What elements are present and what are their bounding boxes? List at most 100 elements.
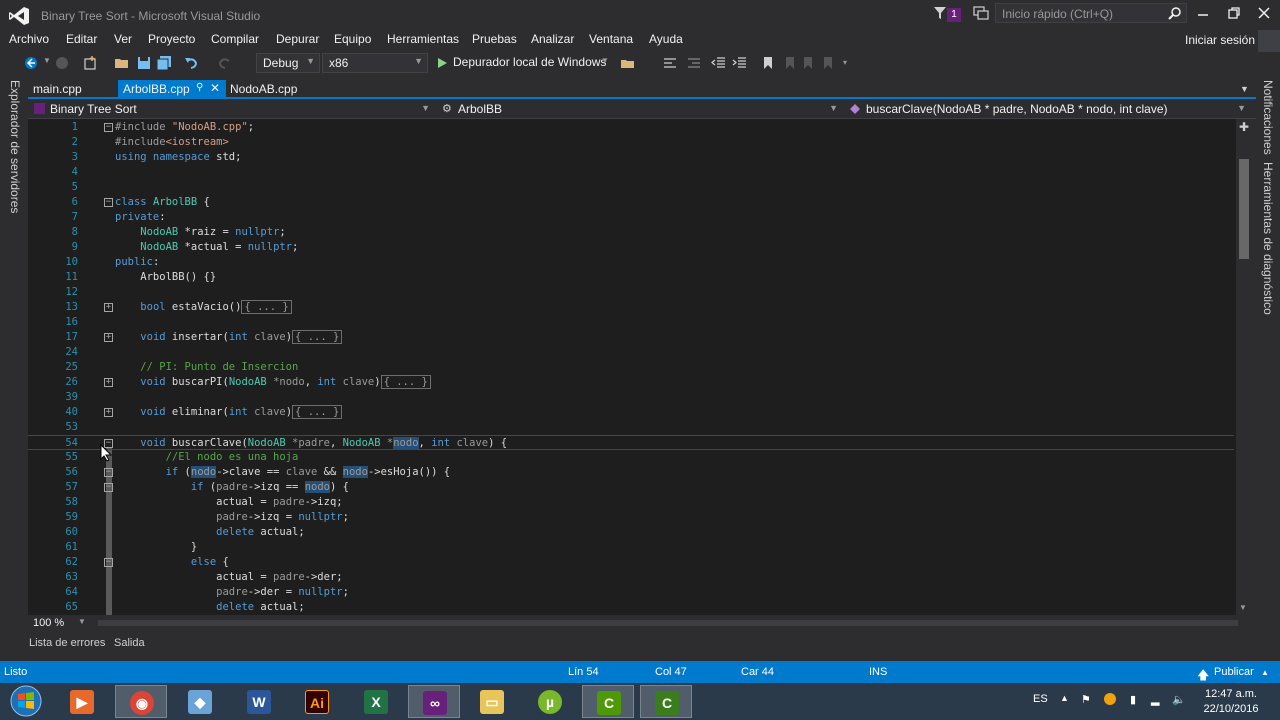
- solution-configuration-select[interactable]: Debug ▼: [256, 53, 320, 73]
- notifications-tab[interactable]: Notificaciones: [1261, 80, 1275, 155]
- notification-count-badge[interactable]: 1: [947, 8, 961, 22]
- quick-launch-search[interactable]: Inicio rápido (Ctrl+Q): [995, 3, 1187, 23]
- taskbar-camtasia-studio[interactable]: C: [640, 685, 692, 718]
- input-language[interactable]: ES: [1033, 693, 1048, 705]
- browse-icon[interactable]: [620, 55, 636, 71]
- increase-indent-icon[interactable]: [732, 55, 748, 71]
- collapse-icon[interactable]: −: [104, 123, 113, 132]
- expand-icon[interactable]: +: [104, 378, 113, 387]
- sign-in-link[interactable]: Iniciar sesión: [1185, 33, 1255, 47]
- search-icon[interactable]: [1168, 6, 1182, 20]
- tab-output[interactable]: Salida: [114, 637, 145, 649]
- navigate-forward-icon[interactable]: [54, 55, 70, 71]
- account-avatar[interactable]: [1258, 30, 1280, 52]
- back-dropdown-icon[interactable]: ▼: [43, 56, 51, 65]
- bookmark-icon[interactable]: [760, 55, 776, 71]
- code-editor[interactable]: 1− #include "NodoAB.cpp"; 2 #include<iostr…: [28, 119, 1252, 615]
- chevron-down-icon[interactable]: ▼: [78, 617, 86, 626]
- menu-pruebas[interactable]: Pruebas: [472, 32, 517, 46]
- member-dropdown[interactable]: buscarClave(NodoAB * padre, NodoAB * nod…: [848, 101, 1252, 118]
- taskbar-word[interactable]: W: [233, 685, 285, 718]
- menu-ver[interactable]: Ver: [114, 32, 132, 46]
- redo-icon[interactable]: [217, 55, 233, 71]
- editor-horizontal-scrollbar[interactable]: [98, 620, 1238, 626]
- menu-proyecto[interactable]: Proyecto: [148, 32, 195, 46]
- menu-archivo[interactable]: Archivo: [9, 32, 49, 46]
- menu-ventana[interactable]: Ventana: [589, 32, 633, 46]
- menu-herramientas[interactable]: Herramientas: [387, 32, 459, 46]
- battery-icon[interactable]: ▮: [1130, 693, 1142, 706]
- tab-arbolbb-cpp[interactable]: ArbolBB.cpp ⚲ ✕: [118, 80, 226, 99]
- start-debugging-button[interactable]: Depurador local de Windows: [453, 55, 606, 69]
- scroll-down-icon[interactable]: ▼: [1239, 603, 1247, 612]
- expand-icon[interactable]: +: [104, 333, 113, 342]
- taskbar-excel[interactable]: X: [350, 685, 402, 718]
- clock-date[interactable]: 22/10/2016: [1196, 703, 1266, 715]
- menu-compilar[interactable]: Compilar: [211, 32, 259, 46]
- feedback-icon[interactable]: [973, 6, 989, 20]
- scope-dropdown[interactable]: ⚙ ArbolBB ▼: [440, 101, 844, 118]
- collapse-icon[interactable]: −: [104, 468, 113, 477]
- expand-icon[interactable]: +: [104, 303, 113, 312]
- diagnostic-tools-tab[interactable]: Herramientas de diagnóstico: [1261, 162, 1275, 315]
- undo-icon[interactable]: [183, 55, 199, 71]
- taskbar-utorrent[interactable]: µ: [524, 685, 576, 718]
- clock-time[interactable]: 12:47 a.m.: [1196, 688, 1266, 700]
- save-all-icon[interactable]: [156, 55, 172, 71]
- menu-ayuda[interactable]: Ayuda: [649, 32, 683, 46]
- project-dropdown[interactable]: Binary Tree Sort ▼: [32, 101, 436, 118]
- decrease-indent-icon[interactable]: [711, 55, 727, 71]
- taskbar-illustrator[interactable]: Ai: [291, 685, 343, 718]
- new-project-icon[interactable]: [82, 55, 98, 71]
- tab-nodoab-cpp[interactable]: NodoAB.cpp: [225, 80, 302, 99]
- server-explorer-tab[interactable]: Explorador de servidores: [8, 80, 22, 213]
- menu-depurar[interactable]: Depurar: [276, 32, 319, 46]
- start-debugging-icon[interactable]: [434, 55, 450, 71]
- editor-vertical-scrollbar[interactable]: ✚ ▼: [1236, 119, 1252, 615]
- collapse-icon[interactable]: −: [104, 558, 113, 567]
- action-center-flag-icon[interactable]: ⚑: [1081, 693, 1093, 706]
- menu-analizar[interactable]: Analizar: [531, 32, 574, 46]
- network-signal-icon[interactable]: ▂: [1151, 693, 1163, 706]
- expand-icon[interactable]: +: [104, 408, 113, 417]
- split-window-icon[interactable]: ✚: [1238, 121, 1250, 133]
- tab-main-cpp[interactable]: main.cpp: [28, 80, 87, 99]
- tray-app-icon[interactable]: [1104, 693, 1116, 705]
- taskbar-chrome[interactable]: ◉: [115, 685, 167, 718]
- debugger-dropdown-icon[interactable]: ▼: [601, 56, 609, 65]
- scrollbar-thumb[interactable]: [1239, 159, 1249, 259]
- taskbar-app-cube[interactable]: ◆: [174, 685, 226, 718]
- chevron-up-icon[interactable]: ▲: [1261, 668, 1269, 677]
- close-tab-icon[interactable]: ✕: [210, 81, 220, 95]
- taskbar-file-explorer[interactable]: ▭: [466, 685, 518, 718]
- notifications-filter-icon[interactable]: [933, 6, 947, 20]
- minimize-icon[interactable]: [1196, 6, 1210, 20]
- taskbar-media-player[interactable]: ▶: [56, 685, 108, 718]
- solution-platform-select[interactable]: x86 ▼: [322, 53, 428, 73]
- navigate-back-icon[interactable]: [23, 55, 39, 71]
- close-icon[interactable]: [1257, 6, 1271, 20]
- clear-bookmarks-icon[interactable]: [820, 55, 836, 71]
- taskbar-camtasia-recorder[interactable]: C: [582, 685, 634, 718]
- publish-button[interactable]: Publicar: [1214, 666, 1254, 678]
- step-over-icon[interactable]: [686, 55, 702, 71]
- windows-start-icon[interactable]: [4, 684, 48, 718]
- collapse-icon[interactable]: −: [104, 198, 113, 207]
- tab-error-list[interactable]: Lista de errores: [29, 637, 105, 649]
- collapse-icon[interactable]: −: [104, 483, 113, 492]
- restore-icon[interactable]: [1227, 6, 1241, 20]
- pin-icon[interactable]: ⚲: [196, 82, 203, 93]
- previous-bookmark-icon[interactable]: [782, 55, 798, 71]
- zoom-level-select[interactable]: 100 %: [33, 617, 64, 629]
- next-bookmark-icon[interactable]: [800, 55, 816, 71]
- toolbar-overflow-icon[interactable]: ▾: [843, 58, 847, 67]
- open-file-icon[interactable]: [114, 55, 130, 71]
- save-icon[interactable]: [136, 55, 152, 71]
- step-icon[interactable]: [662, 55, 678, 71]
- menu-editar[interactable]: Editar: [66, 32, 97, 46]
- menu-equipo[interactable]: Equipo: [334, 32, 371, 46]
- tabs-overflow-icon[interactable]: ▼: [1240, 84, 1250, 94]
- taskbar-visual-studio[interactable]: ∞: [408, 685, 460, 718]
- volume-icon[interactable]: 🔈: [1172, 693, 1186, 706]
- show-hidden-icons-icon[interactable]: ▲: [1060, 693, 1072, 705]
